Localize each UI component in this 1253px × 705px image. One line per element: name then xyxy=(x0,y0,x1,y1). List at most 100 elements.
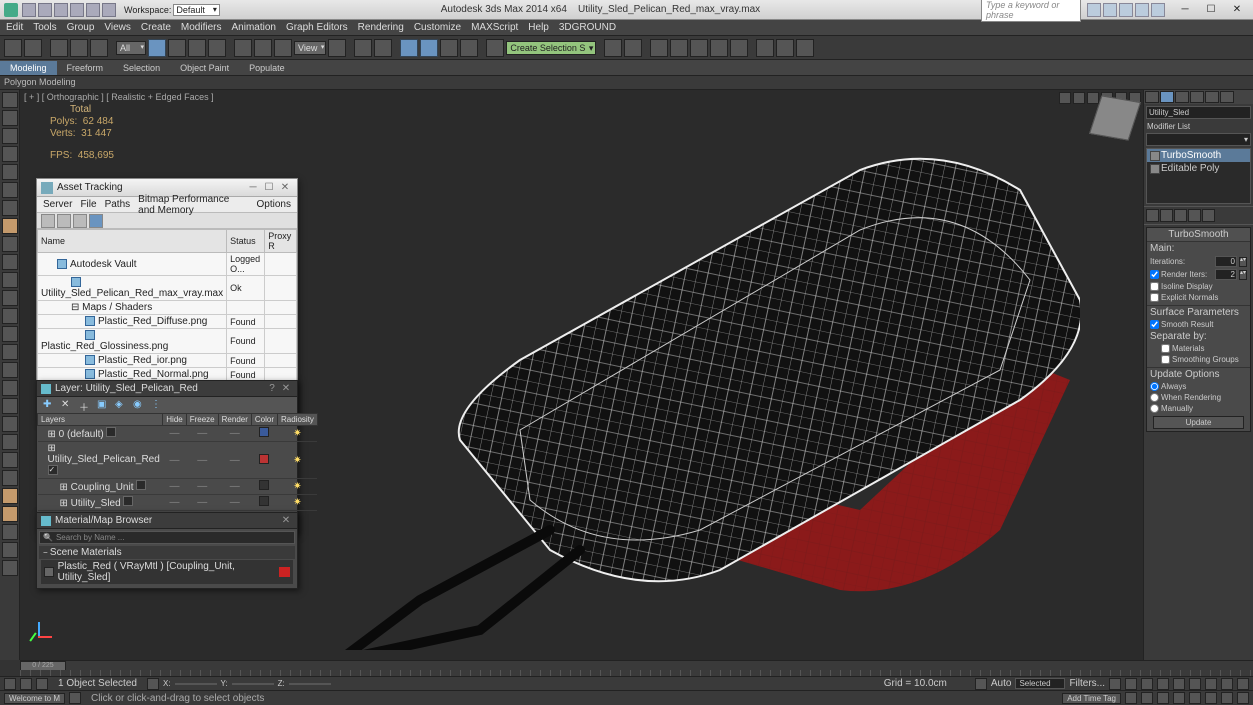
isoline-checkbox[interactable] xyxy=(1150,282,1159,291)
lt-icon-19[interactable] xyxy=(2,416,18,432)
key-mode-dropdown[interactable]: Selected xyxy=(1015,678,1065,689)
tb-rotate-icon[interactable] xyxy=(254,39,272,57)
material-search-input[interactable]: Search by Name ... xyxy=(39,531,295,544)
lt-icon-10[interactable] xyxy=(2,254,18,270)
stack-pin-icon[interactable] xyxy=(1146,209,1159,222)
infocenter-exchange-icon[interactable] xyxy=(1119,3,1133,17)
nav-fov-icon[interactable] xyxy=(1237,678,1249,690)
tb-window-crossing-icon[interactable] xyxy=(208,39,226,57)
lt-icon-3[interactable] xyxy=(2,128,18,144)
asset-menu-file[interactable]: File xyxy=(80,199,96,210)
nav-zoom-ext-icon[interactable] xyxy=(1221,678,1233,690)
lt-icon-5[interactable] xyxy=(2,164,18,180)
modifier-stack[interactable]: TurboSmooth Editable Poly xyxy=(1146,148,1251,204)
window-minimize-button[interactable]: ─ xyxy=(1173,2,1197,18)
render-iters-input[interactable]: 2 xyxy=(1215,269,1237,280)
ribbon-tab-modeling[interactable]: Modeling xyxy=(0,61,57,75)
qat-save-icon[interactable] xyxy=(54,3,68,17)
tab-create-icon[interactable] xyxy=(1145,91,1159,103)
nav-orbit-icon[interactable] xyxy=(1157,692,1169,704)
tb-render-setup-icon[interactable] xyxy=(756,39,774,57)
vp-strip-icon[interactable] xyxy=(1059,92,1071,104)
infocenter-help-icon[interactable] xyxy=(1151,3,1165,17)
tb-bind-icon[interactable] xyxy=(90,39,108,57)
panel-close-button[interactable]: ✕ xyxy=(279,515,293,526)
panel-minimize-button[interactable]: ─ xyxy=(245,182,261,193)
menu-help[interactable]: Help xyxy=(528,22,549,33)
asset-row[interactable]: Utility_Sled_Pelican_Red_max_vray.maxOk xyxy=(38,276,297,301)
layer-row[interactable]: ⊞ Utility_Sled ———✷ xyxy=(38,495,318,511)
lt-icon-26[interactable] xyxy=(2,542,18,558)
lt-icon-7[interactable] xyxy=(2,200,18,216)
qat-undo-icon[interactable] xyxy=(70,3,84,17)
lt-icon-9[interactable] xyxy=(2,236,18,252)
tb-select-region-icon[interactable] xyxy=(188,39,206,57)
infocenter-search-icon[interactable] xyxy=(1087,3,1101,17)
menu-rendering[interactable]: Rendering xyxy=(358,22,404,33)
status-lock-icon[interactable] xyxy=(4,678,16,690)
stack-unique-icon[interactable] xyxy=(1174,209,1187,222)
lt-icon-4[interactable] xyxy=(2,146,18,162)
layer-row[interactable]: ⊞ Utility_Sled_Pelican_Red ———✷ xyxy=(38,442,318,479)
layer-add-icon[interactable]: ＋ xyxy=(79,399,91,411)
status-add-icon[interactable] xyxy=(36,678,48,690)
window-close-button[interactable]: ✕ xyxy=(1225,2,1249,18)
play-prev-icon[interactable] xyxy=(1125,678,1137,690)
tab-motion-icon[interactable] xyxy=(1190,91,1204,103)
tb-material-editor-icon[interactable] xyxy=(730,39,748,57)
menu-views[interactable]: Views xyxy=(104,22,131,33)
vp-strip-icon[interactable] xyxy=(1087,92,1099,104)
asset-menu-server[interactable]: Server xyxy=(43,199,72,210)
tb-layers-icon[interactable] xyxy=(650,39,668,57)
tb-select-icon[interactable] xyxy=(148,39,166,57)
col-proxy[interactable]: Proxy R xyxy=(265,230,297,253)
layer-row[interactable]: ⊞ Coupling_Unit ———✷ xyxy=(38,479,318,495)
asset-row[interactable]: Plastic_Red_Diffuse.pngFound xyxy=(38,315,297,329)
asset-row[interactable]: Plastic_Red_Glossiness.pngFound xyxy=(38,329,297,354)
layer-select-icon[interactable]: ▣ xyxy=(97,399,109,411)
nav-icon[interactable] xyxy=(1221,692,1233,704)
tb-render-icon[interactable] xyxy=(796,39,814,57)
tb-ribbon-icon[interactable] xyxy=(670,39,688,57)
nav-max-icon[interactable] xyxy=(1173,692,1185,704)
lt-icon-8[interactable] xyxy=(2,218,18,234)
menu-tools[interactable]: Tools xyxy=(33,22,56,33)
nav-zoom-icon[interactable] xyxy=(1189,678,1201,690)
panel-close-button[interactable]: ✕ xyxy=(277,182,293,193)
ribbon-tab-object-paint[interactable]: Object Paint xyxy=(170,61,239,75)
tb-schematic-icon[interactable] xyxy=(710,39,728,57)
infocenter-signin-icon[interactable] xyxy=(1103,3,1117,17)
tab-modify-icon[interactable] xyxy=(1160,91,1174,103)
stack-editable-poly[interactable]: Editable Poly xyxy=(1147,162,1250,175)
menu-modifiers[interactable]: Modifiers xyxy=(181,22,222,33)
col-name[interactable]: Name xyxy=(38,230,227,253)
spinner-icon[interactable]: ▴▾ xyxy=(1239,257,1247,267)
asset-row[interactable]: Plastic_Red_ior.pngFound xyxy=(38,354,297,368)
menu-maxscript[interactable]: MAXScript xyxy=(471,22,518,33)
rollout-title[interactable]: TurboSmooth xyxy=(1147,228,1250,242)
asset-table[interactable]: Name Status Proxy R Autodesk VaultLogged… xyxy=(37,229,297,396)
ribbon-tab-populate[interactable]: Populate xyxy=(239,61,295,75)
lt-icon-11[interactable] xyxy=(2,272,18,288)
modifier-list-dropdown[interactable] xyxy=(1146,133,1251,146)
material-section-header[interactable]: − Scene Materials xyxy=(39,546,295,559)
tb-mirror-icon[interactable] xyxy=(604,39,622,57)
ribbon-tab-selection[interactable]: Selection xyxy=(113,61,170,75)
layer-row[interactable]: ⊞ 0 (default) ———✷ xyxy=(38,426,318,442)
tb-edit-named-sel-icon[interactable] xyxy=(486,39,504,57)
layer-highlight-icon[interactable]: ◈ xyxy=(115,399,127,411)
object-name-input[interactable]: Utility_Sled xyxy=(1146,106,1251,119)
menu-group[interactable]: Group xyxy=(67,22,95,33)
col-color[interactable]: Color xyxy=(251,414,277,426)
asset-menu-paths[interactable]: Paths xyxy=(105,199,131,210)
sep-smoothing-checkbox[interactable] xyxy=(1161,355,1170,364)
time-slider[interactable]: 0 / 225 xyxy=(20,660,1253,676)
stack-remove-icon[interactable] xyxy=(1188,209,1201,222)
play-end-icon[interactable] xyxy=(1173,678,1185,690)
tb-spinner-snap-icon[interactable] xyxy=(460,39,478,57)
lt-icon-2[interactable] xyxy=(2,110,18,126)
lt-icon-14[interactable] xyxy=(2,326,18,342)
lt-icon-21[interactable] xyxy=(2,452,18,468)
lt-icon-12[interactable] xyxy=(2,290,18,306)
tab-utilities-icon[interactable] xyxy=(1220,91,1234,103)
